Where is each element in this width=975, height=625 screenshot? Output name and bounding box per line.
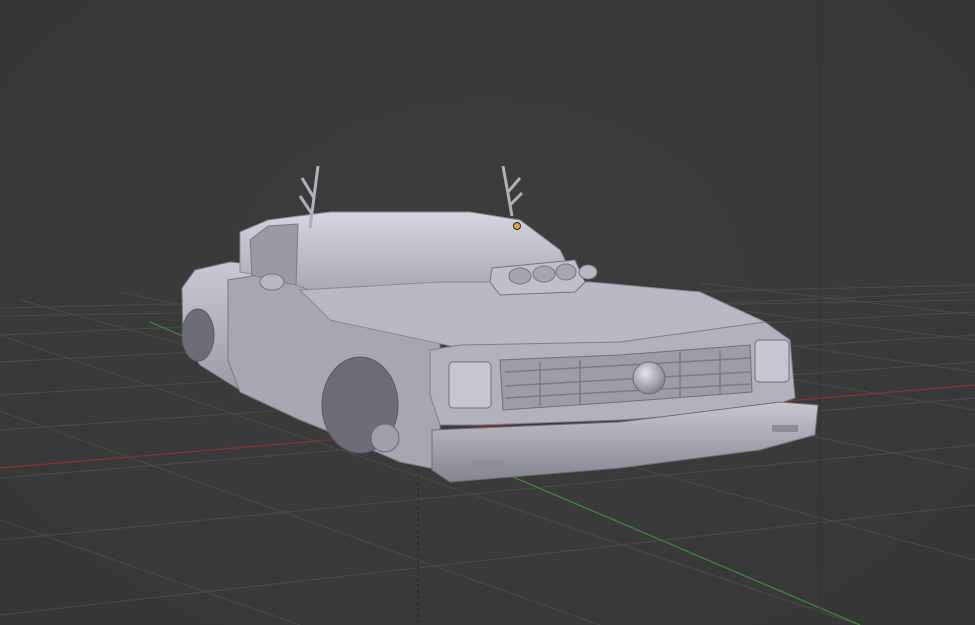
right-headlight: [754, 339, 790, 383]
bumper-slot-right: [772, 425, 798, 432]
bumper-slot-left: [472, 460, 504, 468]
car-model[interactable]: [181, 165, 819, 483]
object-origin-marker[interactable]: [513, 222, 521, 230]
viewport-canvas[interactable]: [0, 0, 975, 625]
left-side-mirror: [259, 273, 285, 291]
right-side-mirror: [578, 264, 598, 280]
right-antenna: [501, 165, 524, 217]
front-emblem-sphere: [632, 361, 666, 395]
rear-wheel-arch: [181, 308, 215, 362]
front-wheel-hub: [370, 423, 400, 453]
3d-viewport[interactable]: [0, 0, 975, 625]
left-headlight: [448, 361, 492, 409]
